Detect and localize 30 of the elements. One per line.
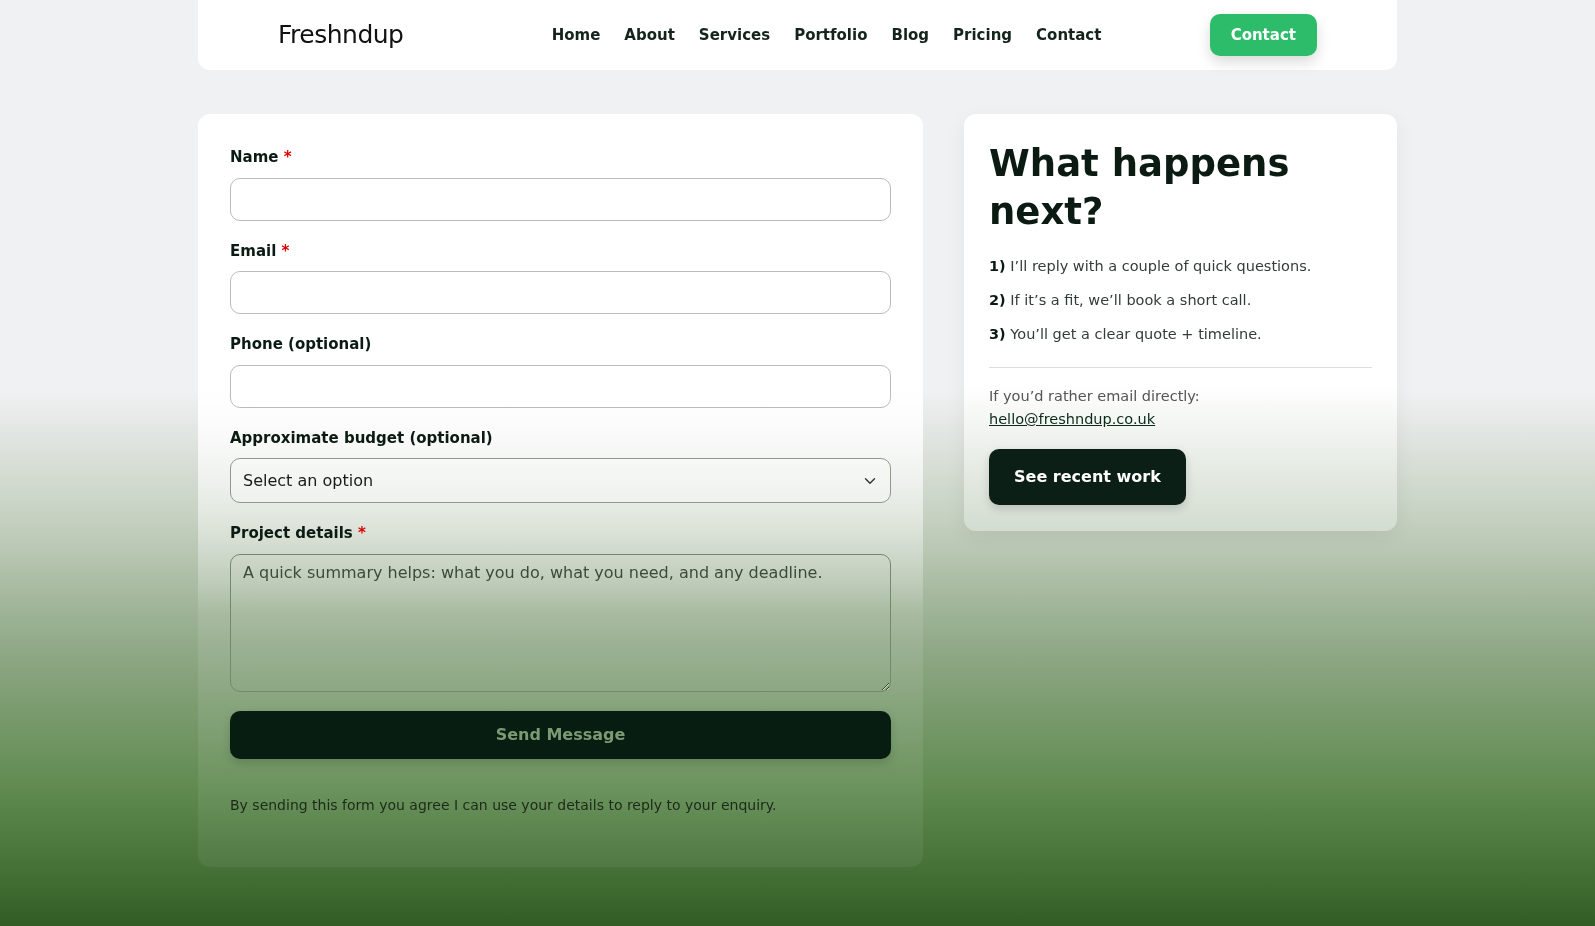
step-text: 2) If it’s a fit, we’ll book a short call. xyxy=(989,290,1253,310)
required-asterisk: * xyxy=(283,148,292,166)
email-link[interactable]: hello@freshndup.co.uk xyxy=(989,411,1156,428)
card-heading: What happens next? xyxy=(989,141,1291,236)
field-label: Name * xyxy=(230,147,293,168)
input-field[interactable] xyxy=(230,271,891,314)
field-label: Approximate budget (optional) xyxy=(230,427,494,449)
nav-link[interactable]: Portfolio xyxy=(794,23,868,47)
required-asterisk: * xyxy=(281,241,290,260)
field-label: Phone (optional) xyxy=(230,334,373,355)
see-work-button[interactable]: See recent work xyxy=(989,448,1186,505)
select-field[interactable]: Select an option xyxy=(230,458,891,503)
nav-link[interactable]: Services xyxy=(698,23,771,47)
nav-link[interactable]: Pricing xyxy=(953,23,1013,47)
nav-link[interactable]: About xyxy=(624,23,675,47)
nav-link[interactable]: Contact xyxy=(1036,23,1102,47)
field-label: Project details * xyxy=(230,523,367,544)
textarea-field[interactable]: A quick summary helps: what you do, what you need, and any deadline. xyxy=(230,553,891,692)
step-text: 1) I’ll reply with a couple of quick questions. xyxy=(989,257,1313,277)
nav-link[interactable]: Home xyxy=(551,23,601,47)
field-label: Email * xyxy=(230,240,291,262)
step-text: 3) You’ll get a clear quote + timeline. xyxy=(989,324,1263,344)
nav-link[interactable]: Blog xyxy=(891,23,930,47)
logo[interactable]: Freshndup xyxy=(278,16,404,54)
send-message-button[interactable]: Send Message xyxy=(230,710,891,759)
input-field[interactable] xyxy=(230,364,891,408)
required-asterisk: * xyxy=(357,524,366,542)
consent-note: By sending this form you agree I can use your details to reply to your enquiry. xyxy=(230,795,778,815)
email-intro: If you’d rather email directly: xyxy=(989,387,1201,407)
input-field[interactable] xyxy=(230,177,891,221)
